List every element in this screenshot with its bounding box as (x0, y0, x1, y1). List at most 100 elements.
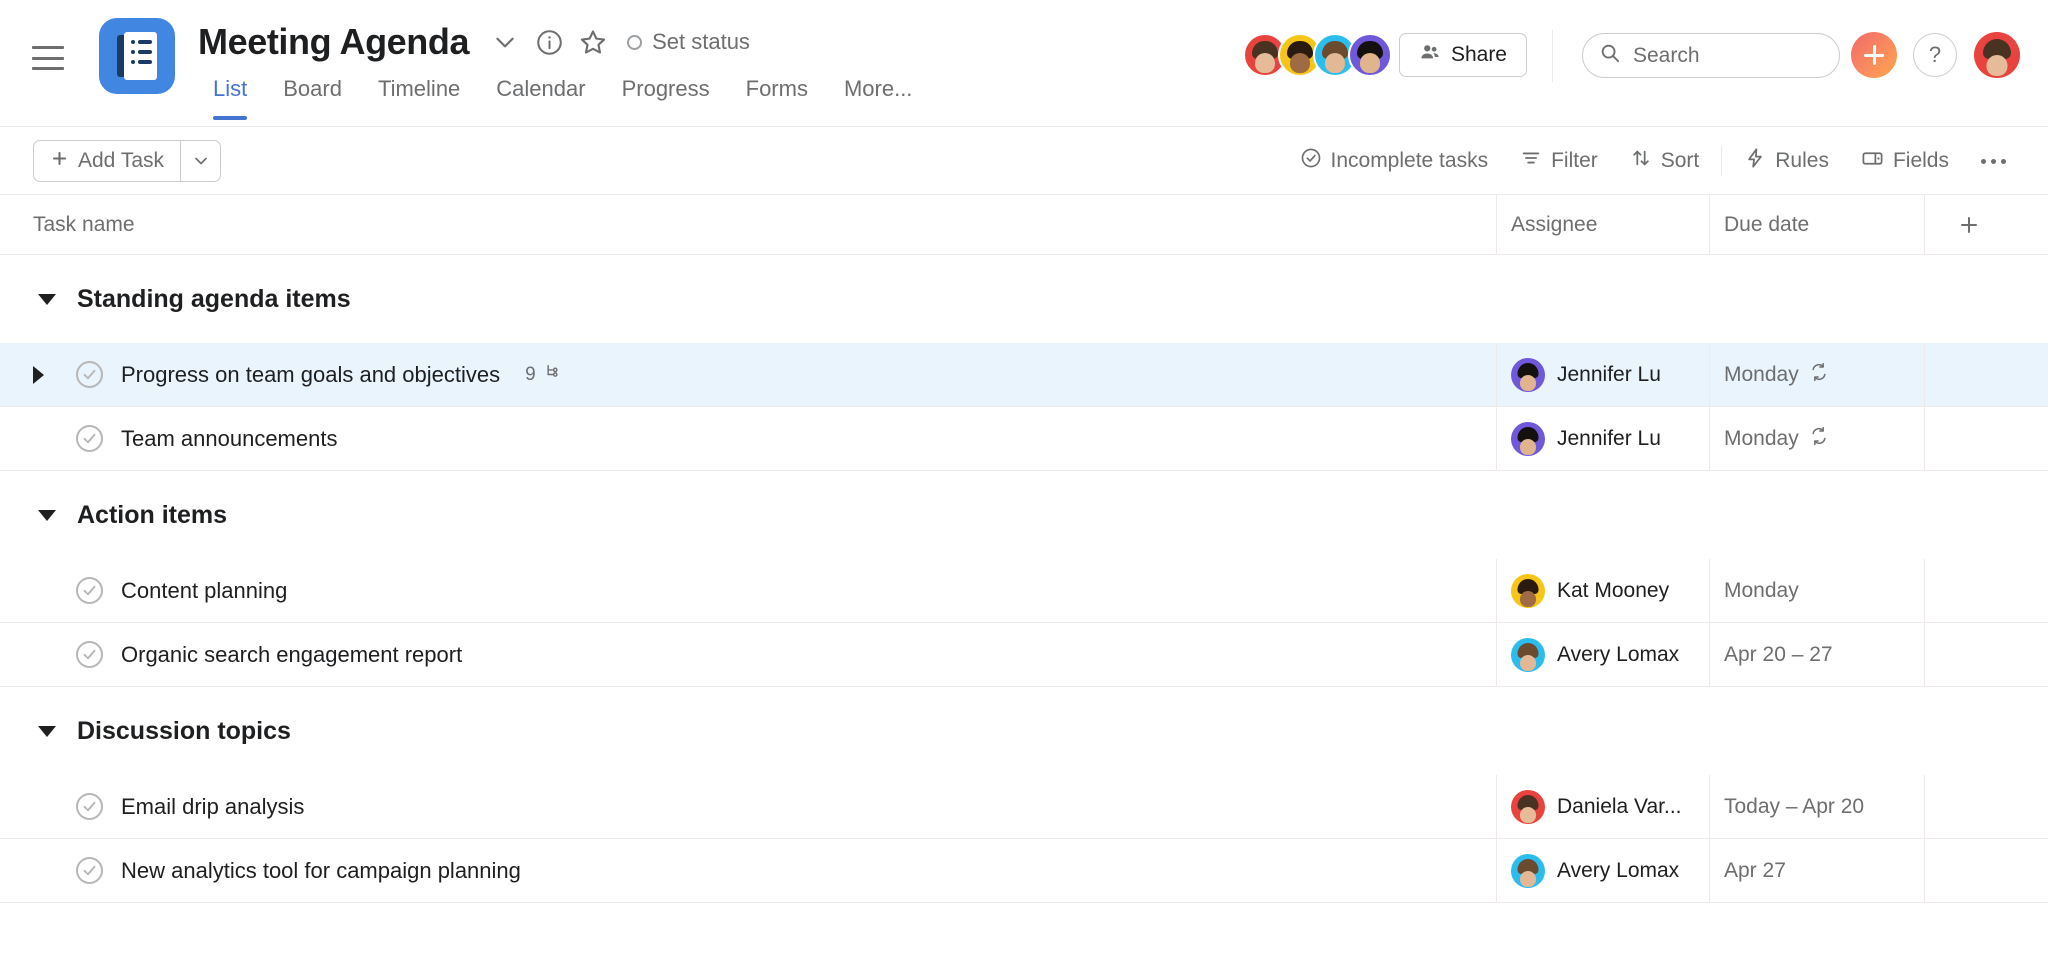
sort-button[interactable]: Sort (1614, 140, 1716, 182)
tab-more[interactable]: More... (826, 76, 930, 120)
column-header-assignee[interactable]: Assignee (1496, 194, 1709, 255)
search-box[interactable] (1582, 33, 1840, 78)
hamburger-line (32, 46, 64, 49)
assignee-cell[interactable]: Avery Lomax (1496, 623, 1709, 686)
fields-icon (1861, 147, 1884, 176)
due-date-cell[interactable]: Apr 27 (1709, 839, 1924, 902)
chevron-down-icon[interactable] (483, 20, 527, 64)
check-circle-icon (1300, 147, 1322, 175)
due-date-cell[interactable]: Monday (1709, 559, 1924, 622)
rules-label: Rules (1775, 149, 1829, 172)
member-avatars[interactable] (1243, 33, 1392, 77)
subtask-count: 9 (525, 362, 564, 388)
tab-list[interactable]: List (213, 76, 265, 120)
section-collapse-icon[interactable] (38, 725, 56, 737)
top-bar: Meeting Agenda Set status List Board Tim… (0, 0, 2048, 127)
assignee-cell[interactable]: Jennifer Lu (1496, 343, 1709, 406)
section-collapse-icon[interactable] (38, 293, 56, 305)
due-date-label: Monday (1724, 362, 1799, 386)
task-name-cell[interactable]: Progress on team goals and objectives 9 (0, 343, 1496, 406)
add-task-dropdown[interactable] (180, 141, 220, 181)
assignee-cell[interactable]: Kat Mooney (1496, 559, 1709, 622)
rules-button[interactable]: Rules (1728, 140, 1845, 182)
tab-forms[interactable]: Forms (728, 76, 826, 120)
section-title: Discussion topics (77, 716, 291, 745)
tab-progress[interactable]: Progress (604, 76, 728, 120)
repeat-icon (1809, 426, 1829, 452)
table-row[interactable]: Content planning Kat Mooney Monday (0, 559, 2048, 623)
table-row[interactable]: New analytics tool for campaign planning… (0, 839, 2048, 903)
table-row[interactable]: Email drip analysis Daniela Var... Today –… (0, 775, 2048, 839)
task-name-label: Progress on team goals and objectives (121, 361, 501, 387)
notebook-line (131, 40, 152, 44)
add-column-button[interactable] (1924, 194, 2048, 255)
ellipsis-icon[interactable] (1965, 158, 2022, 164)
tab-timeline[interactable]: Timeline (360, 76, 478, 120)
row-extra-cell[interactable] (1924, 623, 2048, 686)
row-extra-cell[interactable] (1924, 775, 2048, 838)
complete-task-checkbox[interactable] (76, 793, 103, 820)
row-extra-cell[interactable] (1924, 559, 2048, 622)
task-name-label: Content planning (121, 577, 288, 603)
star-outline-icon[interactable] (571, 20, 615, 64)
help-button[interactable]: ? (1913, 33, 1957, 77)
complete-task-checkbox[interactable] (76, 577, 103, 604)
assignee-cell[interactable]: Avery Lomax (1496, 839, 1709, 902)
assignee-name: Avery Lomax (1557, 858, 1680, 882)
table-row[interactable]: Progress on team goals and objectives 9 Je… (0, 343, 2048, 407)
due-date-cell[interactable]: Today – Apr 20 (1709, 775, 1924, 838)
assignee-cell[interactable]: Daniela Var... (1496, 775, 1709, 838)
add-task-main[interactable]: Add Task (34, 141, 180, 181)
due-date-cell[interactable]: Apr 20 – 27 (1709, 623, 1924, 686)
search-icon (1599, 42, 1621, 69)
tab-board[interactable]: Board (265, 76, 360, 120)
task-name-label: Organic search engagement report (121, 641, 463, 667)
user-avatar[interactable] (1974, 32, 2020, 78)
row-extra-cell[interactable] (1924, 343, 2048, 406)
filter-button[interactable]: Filter (1504, 140, 1614, 182)
task-name-cell[interactable]: Team announcements (0, 407, 1496, 470)
section-collapse-icon[interactable] (38, 509, 56, 521)
project-list-icon[interactable] (99, 18, 175, 94)
complete-task-checkbox[interactable] (76, 641, 103, 668)
divider (1721, 146, 1723, 176)
filter-incomplete-tasks-button[interactable]: Incomplete tasks (1284, 140, 1505, 182)
due-date-label: Apr 20 – 27 (1724, 642, 1833, 666)
page-title[interactable]: Meeting Agenda (198, 20, 469, 64)
row-extra-cell[interactable] (1924, 407, 2048, 470)
status-circle-icon (627, 34, 643, 50)
section-header: Standing agenda items (0, 255, 2048, 343)
column-header-due-date[interactable]: Due date (1709, 194, 1924, 255)
complete-task-checkbox[interactable] (76, 857, 103, 884)
assignee-name: Daniela Var... (1557, 794, 1682, 818)
share-button[interactable]: Share (1398, 33, 1527, 77)
info-circle-icon[interactable] (527, 20, 571, 64)
section-header: Action items (0, 471, 2048, 559)
table-row[interactable]: Organic search engagement report Avery Lo… (0, 623, 2048, 687)
complete-task-checkbox[interactable] (76, 425, 103, 452)
hamburger-icon[interactable] (32, 46, 64, 70)
fields-button[interactable]: Fields (1845, 140, 1965, 182)
set-status-button[interactable]: Set status (627, 29, 750, 55)
section-title: Action items (77, 500, 228, 529)
due-date-cell[interactable]: Monday (1709, 343, 1924, 406)
tab-calendar[interactable]: Calendar (478, 76, 603, 120)
expand-subtasks-icon[interactable] (33, 365, 61, 384)
hamburger-line (32, 67, 64, 70)
complete-task-checkbox[interactable] (76, 361, 103, 388)
add-task-button[interactable]: Add Task (33, 140, 221, 182)
task-name-cell[interactable]: Organic search engagement report (0, 623, 1496, 686)
avatar (1511, 421, 1545, 456)
task-name-cell[interactable]: Content planning (0, 559, 1496, 622)
toolbar-divider (1552, 30, 1553, 82)
table-row[interactable]: Team announcements Jennifer Lu Monday (0, 407, 2048, 471)
assignee-cell[interactable]: Jennifer Lu (1496, 407, 1709, 470)
column-header-task-name[interactable]: Task name (0, 213, 1496, 237)
due-date-cell[interactable]: Monday (1709, 407, 1924, 470)
task-name-cell[interactable]: Email drip analysis (0, 775, 1496, 838)
create-button[interactable] (1851, 32, 1897, 78)
task-name-cell[interactable]: New analytics tool for campaign planning (0, 839, 1496, 902)
row-extra-cell[interactable] (1924, 839, 2048, 902)
avatar[interactable] (1348, 33, 1392, 77)
search-input[interactable] (1633, 43, 1823, 68)
